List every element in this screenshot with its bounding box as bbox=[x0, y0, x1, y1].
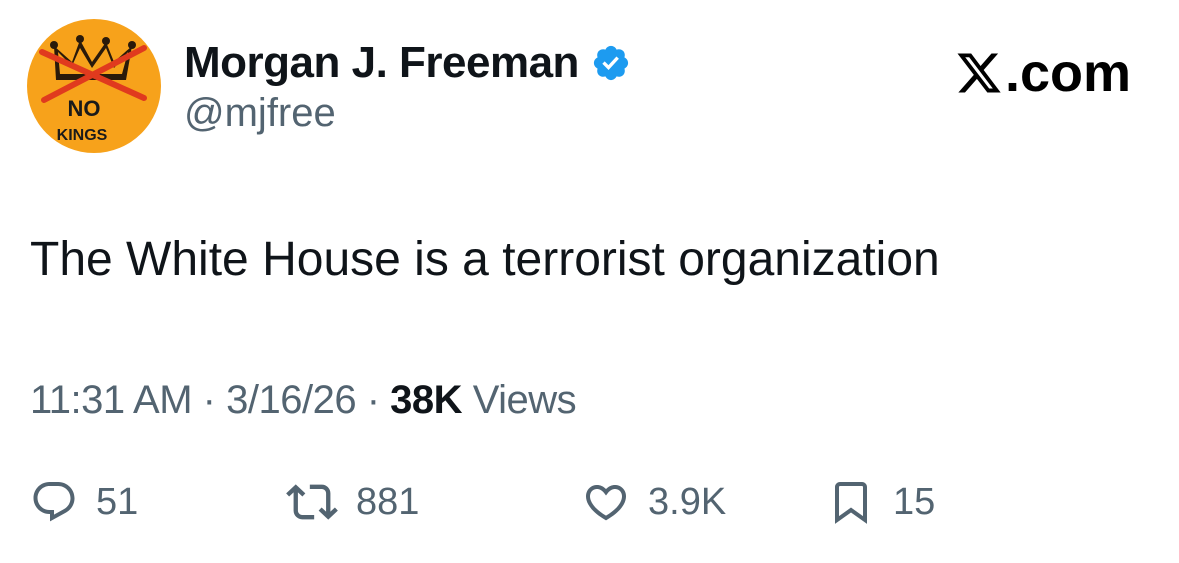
avatar-line1: NO bbox=[68, 96, 101, 121]
verified-badge-icon[interactable] bbox=[591, 43, 631, 83]
meta-separator: · bbox=[202, 378, 216, 422]
like-button[interactable]: 3.9K bbox=[582, 474, 726, 530]
reply-icon bbox=[33, 482, 75, 522]
tweet-time[interactable]: 11:31 AM bbox=[30, 378, 193, 422]
bookmark-button[interactable]: 15 bbox=[827, 474, 935, 530]
like-count: 3.9K bbox=[648, 481, 727, 523]
tweet-text: The White House is a terrorist organizat… bbox=[30, 233, 940, 286]
site-label: .com bbox=[955, 46, 1131, 100]
site-label-text: .com bbox=[1004, 43, 1131, 103]
display-name[interactable]: Morgan J. Freeman bbox=[184, 41, 579, 85]
repost-icon bbox=[286, 484, 338, 520]
x-logo-icon bbox=[957, 53, 1001, 93]
heart-icon bbox=[585, 485, 627, 521]
bookmark-count: 15 bbox=[893, 481, 936, 523]
views-count: 38K bbox=[390, 378, 463, 422]
reply-count: 51 bbox=[96, 481, 139, 523]
tweet-meta: 11:31 AM · 3/16/26 · 38K Views bbox=[30, 378, 577, 422]
reply-button[interactable]: 51 bbox=[30, 474, 138, 530]
bookmark-icon bbox=[835, 482, 867, 524]
tweet-date[interactable]: 3/16/26 bbox=[226, 378, 356, 422]
user-handle[interactable]: @mjfree bbox=[184, 93, 336, 133]
repost-count: 881 bbox=[356, 481, 420, 523]
views-label: Views bbox=[472, 378, 577, 422]
action-bar: 51 881 3.9K 15 bbox=[30, 474, 1030, 530]
avatar[interactable]: NO KINGS bbox=[26, 18, 162, 154]
avatar-line2: KINGS bbox=[57, 127, 108, 144]
repost-button[interactable]: 881 bbox=[286, 474, 419, 530]
author-name-row: Morgan J. Freeman bbox=[184, 38, 631, 88]
meta-separator: · bbox=[366, 378, 380, 422]
